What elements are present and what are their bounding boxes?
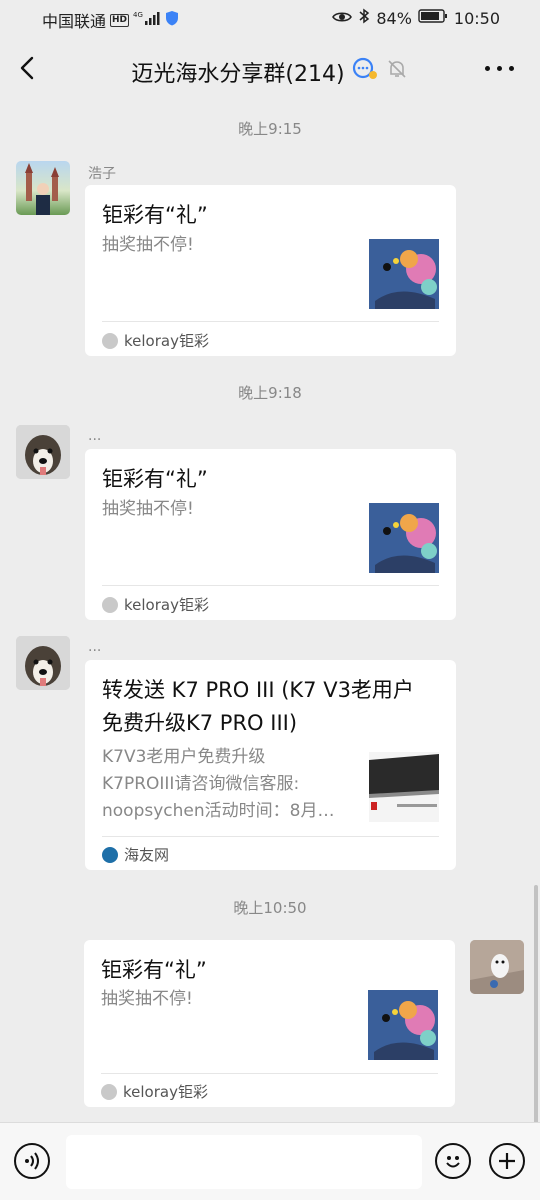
add-button[interactable] xyxy=(489,1143,525,1179)
title-bar: 迈光海水分享群(214) xyxy=(0,38,540,100)
emoji-icon xyxy=(446,1156,460,1168)
shield-icon xyxy=(165,10,179,30)
chat-bubble-icon xyxy=(351,57,379,87)
card-thumbnail xyxy=(369,239,439,309)
sender-name: ... xyxy=(88,639,102,655)
keloray-logo-icon xyxy=(101,1083,117,1100)
timestamp: 晚上9:18 xyxy=(238,384,302,402)
status-bar: 中国联通 HD 4G 84% 10:50 xyxy=(0,0,540,38)
hd-badge: HD xyxy=(110,13,130,27)
avatar[interactable] xyxy=(16,161,70,215)
card-thumbnail xyxy=(369,752,439,822)
avatar[interactable] xyxy=(16,636,70,690)
avatar[interactable] xyxy=(16,425,70,479)
battery-percent: 84% xyxy=(376,8,412,28)
keloray-logo-icon xyxy=(102,332,118,349)
battery-icon xyxy=(418,8,448,28)
network-type-label: 4G xyxy=(133,11,143,19)
keloray-logo-icon xyxy=(102,596,118,613)
timestamp: 晚上9:15 xyxy=(238,120,302,138)
card-description-line-1: K7V3老用户免费升级 xyxy=(102,747,266,767)
link-card[interactable]: 钜彩有“礼” 抽奖抽不停! keloray钜彩 xyxy=(84,940,455,1107)
link-card[interactable]: 钜彩有“礼” 抽奖抽不停! keloray钜彩 xyxy=(85,449,456,620)
link-card[interactable]: 钜彩有“礼” 抽奖抽不停! keloray钜彩 xyxy=(85,185,456,356)
page-title: 迈光海水分享群(214) xyxy=(131,62,345,87)
link-card[interactable]: 转发送 K7 PRO III (K7 V3老用户 免费升级K7 PRO III)… xyxy=(85,660,456,870)
card-description-line-2: K7PROIII请咨询微信客服: xyxy=(102,774,300,794)
plus-icon xyxy=(499,1153,515,1169)
voice-icon xyxy=(25,1152,39,1170)
signal-icon: 4G xyxy=(133,10,161,30)
more-dots-icon xyxy=(485,66,490,71)
input-bar xyxy=(0,1122,540,1200)
haiyou-logo-icon xyxy=(102,846,118,863)
card-title: 钜彩有“礼” xyxy=(101,958,207,982)
card-thumbnail xyxy=(369,503,439,573)
card-title: 钜彩有“礼” xyxy=(102,203,208,227)
mute-bell-icon xyxy=(385,57,409,87)
card-description: 抽奖抽不停! xyxy=(102,235,194,255)
message-input[interactable] xyxy=(66,1135,422,1189)
card-description-line-3: noopsychen活动时间：8月… xyxy=(102,801,335,821)
card-title: 钜彩有“礼” xyxy=(102,467,208,491)
card-source: keloray钜彩 xyxy=(123,1083,208,1101)
card-source: keloray钜彩 xyxy=(124,596,209,614)
card-title-line-2: 免费升级K7 PRO III) xyxy=(102,711,298,735)
more-button[interactable] xyxy=(485,66,514,71)
timestamp: 晚上10:50 xyxy=(233,899,307,917)
carrier-label: 中国联通 xyxy=(42,12,107,31)
eye-icon xyxy=(332,9,353,28)
card-description: 抽奖抽不停! xyxy=(101,989,193,1009)
card-source: 海友网 xyxy=(124,846,170,864)
card-thumbnail xyxy=(368,990,438,1060)
voice-button[interactable] xyxy=(14,1143,50,1179)
card-description: 抽奖抽不停! xyxy=(102,499,194,519)
card-title-line-1: 转发送 K7 PRO III (K7 V3老用户 xyxy=(102,678,414,702)
emoji-button[interactable] xyxy=(435,1143,471,1179)
sender-name: ... xyxy=(88,428,102,444)
clock: 10:50 xyxy=(453,8,500,28)
bluetooth-icon xyxy=(358,8,370,28)
scrollbar[interactable] xyxy=(534,885,538,1125)
sender-name: 浩子 xyxy=(88,166,116,182)
card-source: keloray钜彩 xyxy=(124,332,209,350)
my-avatar[interactable] xyxy=(470,940,524,994)
chat-area[interactable]: 晚上9:15 浩子 钜彩有“礼” 抽奖抽不停! keloray钜彩 晚上9:18… xyxy=(0,100,540,1122)
